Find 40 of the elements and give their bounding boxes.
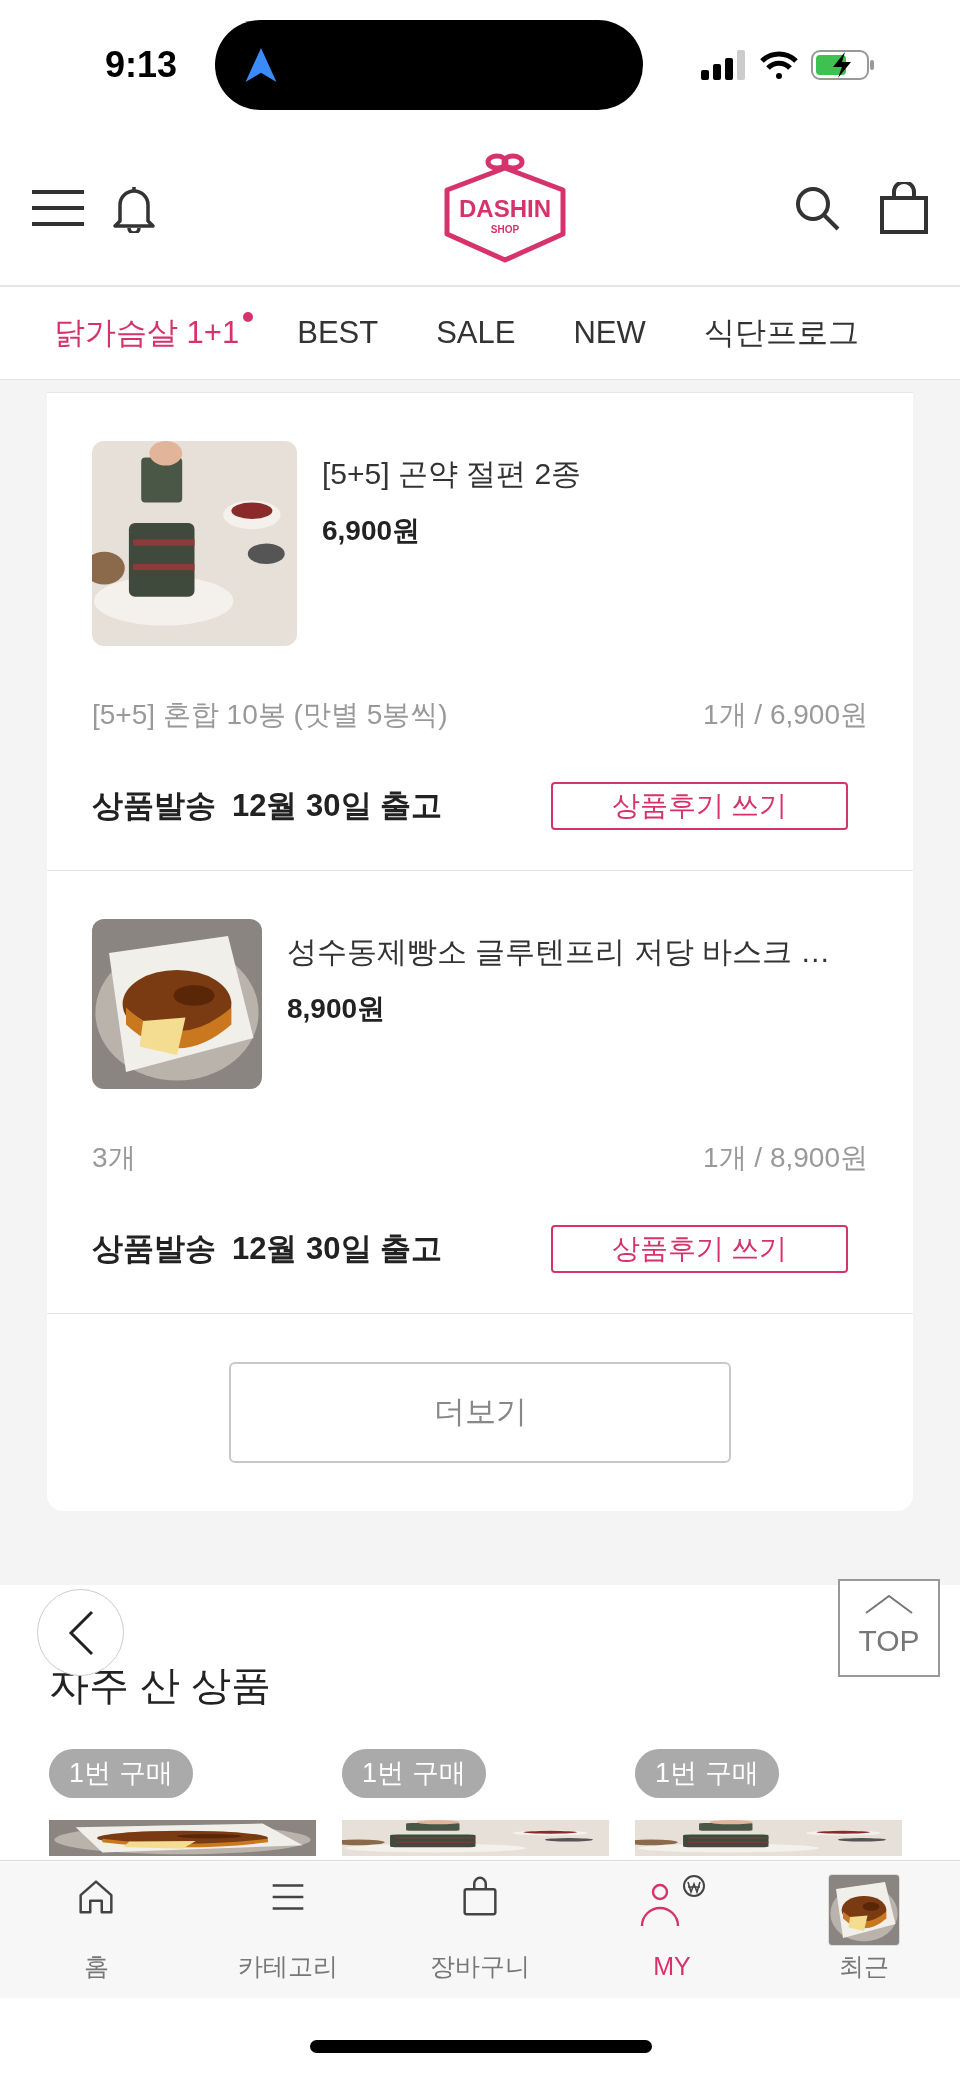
category-tab[interactable]: BEST — [297, 314, 379, 350]
product-price: 6,900원 — [322, 514, 422, 548]
quantity-price: 1개 / 6,900원 — [703, 698, 868, 732]
category-tab[interactable]: 식단프로그 — [703, 314, 859, 350]
search-icon[interactable] — [794, 184, 840, 231]
purchase-count-badge: 1번 구매 — [49, 1749, 193, 1798]
scroll-top-button[interactable]: TOP — [838, 1579, 940, 1677]
battery-charging-icon — [811, 49, 875, 81]
write-review-button[interactable]: 상품후기 쓰기 — [551, 1225, 848, 1273]
product-title[interactable]: 성수동제빵소 글루텐프리 저당 바스크 … — [287, 929, 831, 974]
shipping-date: 12월 30일 출고 — [232, 786, 443, 825]
bottom-nav-item[interactable]: 장바구니 — [405, 1869, 555, 1990]
menu-icon[interactable] — [32, 189, 84, 226]
product-price: 8,900원 — [287, 992, 387, 1026]
wifi-icon — [759, 50, 799, 80]
section-title: 자주 산 상품 — [49, 1663, 272, 1707]
bottom-nav-item[interactable]: 최근 — [789, 1869, 939, 1990]
shipping-label: 상품발송 — [92, 1229, 216, 1268]
product-option: [5+5] 혼합 10봉 (맛별 5봉씩) — [92, 694, 448, 736]
product-option: 3개 — [92, 1137, 136, 1179]
shipping-label: 상품발송 — [92, 786, 216, 825]
category-tab[interactable]: NEW — [573, 314, 646, 350]
bottom-nav-item[interactable]: 홈 — [21, 1869, 171, 1990]
purchase-count-badge: 1번 구매 — [342, 1749, 486, 1798]
quantity-price: 1개 / 8,900원 — [703, 1141, 868, 1175]
bottom-nav-item[interactable]: 카테고리 — [213, 1869, 363, 1990]
location-arrow-icon — [245, 48, 278, 82]
category-tab[interactable]: 닭가슴살 1+1 — [54, 314, 240, 350]
shopping-bag-icon[interactable] — [880, 181, 928, 234]
write-review-button[interactable]: 상품후기 쓰기 — [551, 782, 848, 830]
status-time: 9:13 — [105, 43, 178, 87]
chevron-up-icon — [864, 1593, 914, 1614]
product-title[interactable]: [5+5] 곤약 절편 2종 — [322, 451, 582, 496]
shipping-date: 12월 30일 출고 — [232, 1229, 443, 1268]
bottom-nav-item[interactable]: MY — [597, 1869, 747, 1990]
purchase-count-badge: 1번 구매 — [635, 1749, 779, 1798]
more-button[interactable]: 더보기 — [229, 1362, 731, 1463]
signal-icon — [701, 50, 747, 80]
category-tab[interactable]: SALE — [436, 314, 516, 350]
chevron-left-icon — [67, 1609, 94, 1656]
